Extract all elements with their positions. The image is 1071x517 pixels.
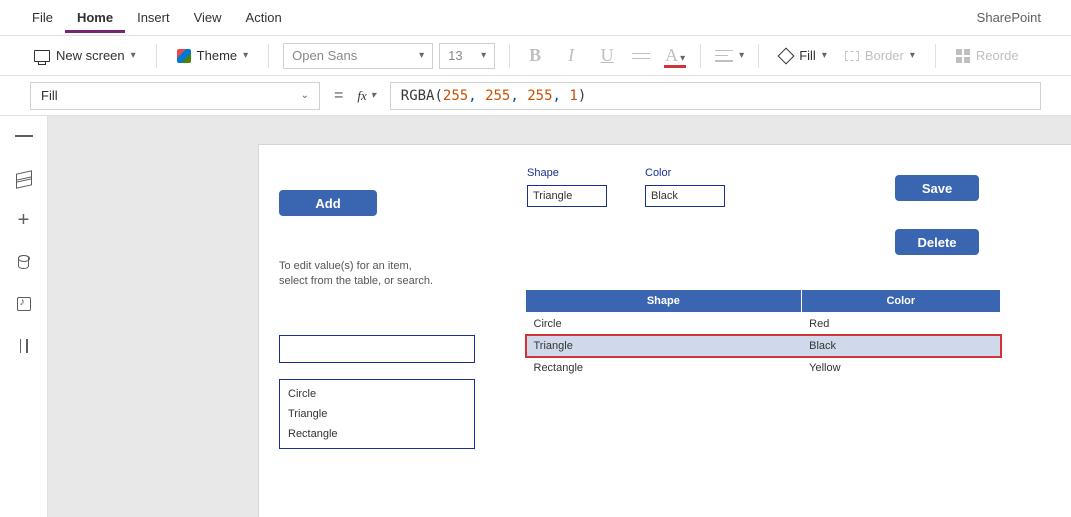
table-header-shape[interactable]: Shape [526,290,802,313]
shape-input[interactable] [527,185,607,207]
delete-button[interactable]: Delete [895,229,979,255]
app-canvas[interactable]: Add Save Delete Shape Color To edit valu… [258,144,1071,517]
table-row[interactable]: Circle Red [526,313,1001,336]
ribbon: New screen ▾ Theme ▾ Open Sans ▾ 13 ▾ B … [0,36,1071,76]
canvas-area[interactable]: Add Save Delete Shape Color To edit valu… [48,116,1071,517]
menu-view[interactable]: View [182,2,234,33]
menu-action[interactable]: Action [234,2,294,33]
list-item[interactable]: Rectangle [280,424,474,444]
font-family-select[interactable]: Open Sans ▾ [283,43,433,69]
chevron-down-icon: ▾ [910,50,915,61]
border-icon [845,51,859,61]
formula-fn: RGBA [401,88,435,104]
font-family-value: Open Sans [292,48,357,63]
chevron-down-icon: ▾ [243,50,248,61]
font-size-select[interactable]: 13 ▾ [439,43,495,69]
fx-label: fx [357,88,366,104]
chevron-down-icon: ▾ [680,53,685,64]
border-button[interactable]: Border ▾ [839,44,921,67]
chevron-down-icon: ▾ [131,50,136,61]
cell-shape: Triangle [526,335,802,357]
screen-icon [34,50,50,62]
property-value: Fill [41,88,58,103]
chevron-down-icon: ▾ [822,50,827,61]
menu-bar: File Home Insert View Action SharePoint [0,0,1071,36]
theme-icon [177,49,191,63]
search-input[interactable] [279,335,475,363]
hamburger-icon[interactable] [15,128,33,144]
menu-file[interactable]: File [20,2,65,33]
align-button[interactable] [715,50,733,62]
separator [700,44,701,68]
insert-icon[interactable]: + [15,212,33,228]
table-row[interactable]: Rectangle Yellow [526,357,1001,379]
equals-label: = [334,87,343,105]
color-input[interactable] [645,185,725,207]
cell-shape: Circle [526,313,802,336]
cell-color: Black [801,335,1000,357]
chevron-down-icon: ▾ [419,50,424,61]
border-label: Border [865,48,904,63]
data-icon[interactable] [15,254,33,270]
cell-color: Red [801,313,1000,336]
italic-button[interactable]: I [560,45,582,66]
save-button[interactable]: Save [895,175,979,201]
shape-field-label: Shape [527,167,607,179]
reorder-icon [956,49,970,63]
underline-button[interactable]: U [596,45,618,66]
media-icon[interactable] [15,296,33,312]
cell-shape: Rectangle [526,357,802,379]
property-select[interactable]: Fill ⌄ [30,82,320,110]
fx-button[interactable]: fx ▾ [357,88,375,104]
table-header-color[interactable]: Color [801,290,1000,313]
separator [758,44,759,68]
bold-button[interactable]: B [524,45,546,66]
add-button[interactable]: Add [279,190,377,216]
list-item[interactable]: Triangle [280,404,474,424]
shape-field-group: Shape [527,167,607,207]
color-field-label: Color [645,167,725,179]
color-field-group: Color [645,167,725,207]
hint-text: To edit value(s) for an item, select fro… [279,259,439,290]
gallery-list[interactable]: Circle Triangle Rectangle [279,379,475,449]
new-screen-button[interactable]: New screen ▾ [28,44,142,67]
fill-button[interactable]: Fill ▾ [773,44,833,67]
chevron-down-icon: ▾ [371,90,376,101]
font-color-button[interactable]: A▾ [664,45,686,66]
chevron-down-icon: ▾ [481,50,486,61]
tree-view-icon[interactable] [15,170,33,186]
left-rail: + [0,116,48,517]
formula-bar: Fill ⌄ = fx ▾ RGBA(255, 255, 255, 1) [0,76,1071,116]
menu-home[interactable]: Home [65,2,125,33]
reorder-button[interactable]: Reorde [950,44,1025,67]
reorder-label: Reorde [976,48,1019,63]
separator [935,44,936,68]
brand-label: SharePoint [977,10,1051,25]
fill-icon [779,49,793,63]
strikethrough-button[interactable] [632,50,650,62]
advanced-tools-icon[interactable] [15,338,33,354]
separator [156,44,157,68]
separator [268,44,269,68]
menu-insert[interactable]: Insert [125,2,182,33]
chevron-down-icon: ⌄ [301,90,309,101]
separator [509,44,510,68]
cell-color: Yellow [801,357,1000,379]
formula-input[interactable]: RGBA(255, 255, 255, 1) [390,82,1041,110]
list-item[interactable]: Circle [280,384,474,404]
font-size-value: 13 [448,48,462,63]
workspace: + Add Save Delete Shape Color To edit va… [0,116,1071,517]
theme-label: Theme [197,48,237,63]
fill-label: Fill [799,48,816,63]
theme-button[interactable]: Theme ▾ [171,44,255,67]
table-row-selected[interactable]: Triangle Black [526,335,1001,357]
data-table[interactable]: Shape Color Circle Red Triangle Black Re… [525,289,1001,379]
chevron-down-icon: ▾ [739,50,744,61]
new-screen-label: New screen [56,48,125,63]
